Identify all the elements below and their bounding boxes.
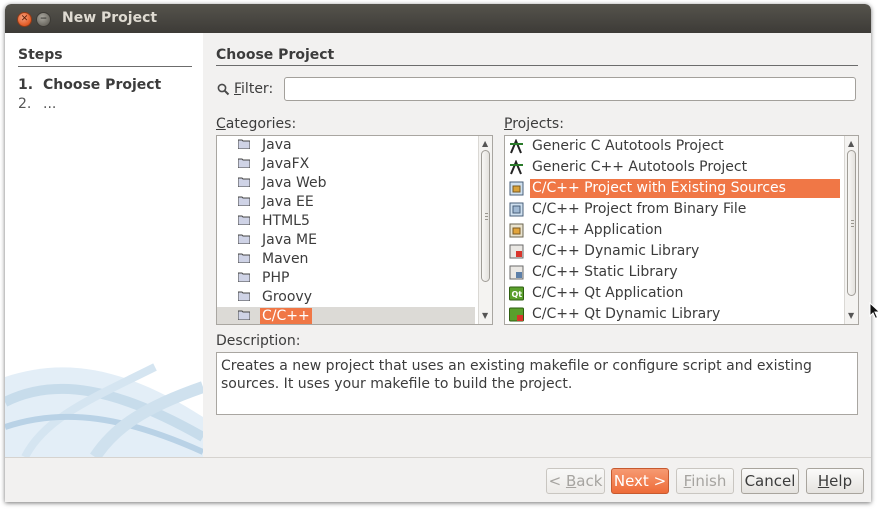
project-item[interactable]: Qt C/C++ Qt Application: [505, 283, 843, 304]
steps-heading: Steps: [18, 47, 63, 63]
project-item[interactable]: C/C++ Project from Binary File: [505, 199, 843, 220]
category-item-php[interactable]: PHP: [217, 269, 475, 288]
project-label: Generic C++ Autotools Project: [532, 159, 748, 175]
next-button[interactable]: Next >: [611, 468, 669, 494]
cancel-button[interactable]: Cancel: [741, 468, 799, 494]
autotools-icon: [510, 160, 523, 175]
wizard-decoration-graphic: [5, 363, 203, 457]
scroll-down-arrow-icon[interactable]: ▼: [482, 312, 488, 320]
category-label: Groovy: [262, 289, 312, 305]
category-item-javafx[interactable]: JavaFX: [217, 155, 475, 174]
close-window-button[interactable]: ✕: [17, 12, 32, 27]
project-label: C/C++ Project from Binary File: [532, 201, 747, 217]
filter-input[interactable]: [284, 77, 856, 101]
projects-label: Projects:: [504, 116, 564, 132]
folder-icon: [238, 158, 250, 168]
folder-icon: [238, 139, 250, 149]
folder-icon: [238, 196, 250, 206]
category-label: PHP: [262, 270, 290, 286]
category-label: Maven: [262, 251, 309, 267]
folder-icon: [238, 291, 250, 301]
scroll-up-arrow-icon[interactable]: ▲: [482, 140, 488, 148]
existing-sources-icon: [509, 181, 524, 196]
project-item[interactable]: C/C++ Application: [505, 220, 843, 241]
step-label: ...: [43, 96, 57, 112]
categories-list[interactable]: Java JavaFX Java Web Java EE HTML5 Java …: [216, 135, 493, 325]
project-label: C/C++ Qt Dynamic Library: [532, 306, 721, 322]
application-icon: [509, 223, 524, 238]
project-label: C/C++ Static Library: [532, 264, 678, 280]
finish-button[interactable]: Finish: [676, 468, 734, 494]
steps-divider: [18, 66, 192, 67]
footer-divider: [5, 457, 871, 458]
project-item[interactable]: Generic C++ Autotools Project: [505, 157, 843, 178]
step-current: 1. Choose Project: [18, 77, 161, 93]
scroll-up-arrow-icon[interactable]: ▲: [848, 140, 854, 148]
project-item[interactable]: C/C++ Static Library: [505, 262, 843, 283]
section-divider: [216, 65, 858, 66]
project-label: C/C++ Qt Application: [532, 285, 684, 301]
scroll-thumb[interactable]: [847, 150, 856, 296]
category-item-html5[interactable]: HTML5: [217, 212, 475, 231]
step-next: 2....: [18, 96, 56, 112]
folder-icon: [238, 234, 250, 244]
section-title: Choose Project: [216, 47, 335, 63]
description-text: Creates a new project that uses an exist…: [216, 352, 858, 415]
step-label: Choose Project: [43, 77, 162, 93]
window-title: New Project: [62, 10, 158, 26]
step-number: 1.: [18, 77, 34, 93]
folder-icon: [238, 310, 250, 320]
category-label: Java EE: [262, 194, 314, 210]
autotools-icon: [510, 139, 523, 154]
folder-icon: [238, 215, 250, 225]
category-label: JavaFX: [262, 156, 310, 172]
title-bar[interactable]: ✕ − New Project: [5, 4, 871, 33]
binary-file-icon: [509, 202, 524, 217]
category-item-maven[interactable]: Maven: [217, 250, 475, 269]
project-item[interactable]: C/C++ Qt Dynamic Library: [505, 304, 843, 324]
category-label: C/C++: [260, 308, 312, 324]
projects-list[interactable]: Generic C Autotools Project Generic C++ …: [504, 135, 859, 325]
category-item-java-web[interactable]: Java Web: [217, 174, 475, 193]
scroll-down-arrow-icon[interactable]: ▼: [848, 312, 854, 320]
minimize-window-button[interactable]: −: [36, 12, 51, 27]
category-item-java[interactable]: Java: [217, 136, 475, 155]
qt-application-icon: Qt: [509, 286, 524, 301]
project-label: Generic C Autotools Project: [532, 138, 724, 154]
project-label: C/C++ Project with Existing Sources: [530, 179, 840, 198]
project-item[interactable]: C/C++ Dynamic Library: [505, 241, 843, 262]
steps-panel: Steps 1. Choose Project 2....: [5, 33, 203, 457]
static-library-icon: [509, 265, 524, 280]
project-item[interactable]: Generic C Autotools Project: [505, 136, 843, 157]
category-label: Java: [262, 137, 292, 153]
categories-label: Categories:: [216, 116, 297, 132]
project-label: C/C++ Dynamic Library: [532, 243, 700, 259]
search-icon: [217, 83, 230, 96]
category-label: Java Web: [262, 175, 327, 191]
category-item-java-me[interactable]: Java ME: [217, 231, 475, 250]
description-label: Description:: [216, 333, 301, 349]
category-item-java-ee[interactable]: Java EE: [217, 193, 475, 212]
new-project-dialog: ✕ − New Project Steps 1. Choose Project 2…: [5, 4, 871, 502]
qt-dynamic-library-icon: [509, 307, 524, 322]
svg-text:Qt: Qt: [512, 290, 523, 299]
filter-label: Filter:: [234, 81, 274, 97]
folder-icon: [238, 177, 250, 187]
category-item-groovy[interactable]: Groovy: [217, 288, 475, 307]
dynamic-library-icon: [509, 244, 524, 259]
category-label: Java ME: [262, 232, 317, 248]
project-label: C/C++ Application: [532, 222, 663, 238]
projects-scrollbar[interactable]: ▲ ▼: [844, 136, 858, 324]
folder-icon: [238, 272, 250, 282]
back-button[interactable]: < Back: [546, 468, 605, 494]
category-label: HTML5: [262, 213, 310, 229]
scroll-thumb[interactable]: [481, 150, 490, 282]
help-button[interactable]: Help: [806, 468, 864, 494]
categories-scrollbar[interactable]: ▲ ▼: [478, 136, 492, 324]
step-number: 2.: [18, 96, 32, 112]
mouse-cursor-icon: [869, 302, 881, 320]
project-item[interactable]: C/C++ Project with Existing Sources: [505, 178, 843, 199]
category-item-cpp[interactable]: C/C++: [217, 307, 475, 324]
folder-icon: [238, 253, 250, 263]
